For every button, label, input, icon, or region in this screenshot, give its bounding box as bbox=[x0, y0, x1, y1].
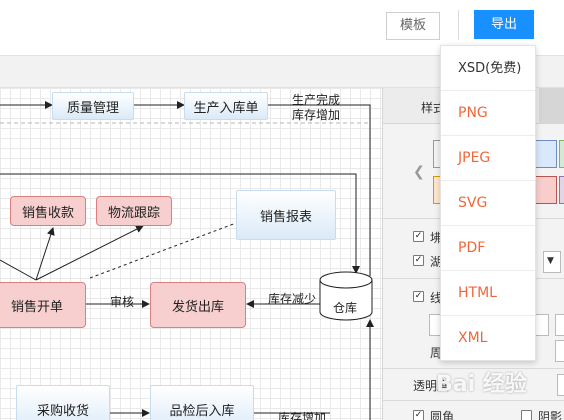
watermark-logo: Bai 经验 bbox=[436, 372, 527, 397]
label-stock-increase-bottom: 库存增加 bbox=[278, 411, 327, 420]
shadow-checkbox[interactable] bbox=[521, 410, 532, 420]
export-xsd-item[interactable]: XSD(免费) bbox=[441, 46, 535, 91]
export-png-item[interactable]: PNG bbox=[441, 91, 535, 136]
template-button[interactable]: 模板 bbox=[386, 12, 440, 40]
label-audit: 审核 bbox=[110, 295, 135, 309]
node-sales-receipt[interactable]: 销售收款 bbox=[10, 196, 86, 226]
label-production-done: 生产完成 bbox=[292, 93, 341, 107]
connector-left-to-order bbox=[0, 259, 37, 281]
node-ship-out[interactable]: 发货出库 bbox=[150, 282, 246, 328]
line-width-input[interactable] bbox=[555, 314, 564, 336]
rounded-label: 圆角 bbox=[430, 410, 455, 420]
perimeter-input[interactable] bbox=[555, 340, 564, 362]
opacity-input[interactable] bbox=[557, 374, 564, 396]
tab-inactive[interactable] bbox=[539, 88, 564, 124]
line-checkbox[interactable]: ✓ bbox=[413, 291, 424, 302]
gradient-checkbox[interactable]: ✓ bbox=[413, 255, 424, 266]
node-sales-order[interactable]: 销售开单 bbox=[0, 282, 86, 328]
node-production-in[interactable]: 生产入库单 bbox=[184, 92, 268, 120]
panel-separator bbox=[383, 400, 564, 401]
swatch-prev-arrow[interactable]: ❮ bbox=[413, 164, 425, 180]
rounded-checkbox[interactable]: ✓ bbox=[413, 410, 424, 420]
toolbar-divider bbox=[458, 10, 459, 40]
label-stock-decrease: 库存减少 bbox=[268, 292, 317, 306]
node-warehouse-label[interactable]: 仓库 bbox=[333, 301, 357, 315]
node-purchase-receive[interactable]: 采购收货 bbox=[16, 385, 110, 420]
swatch-6[interactable] bbox=[559, 176, 564, 204]
shadow-label: 阴影 bbox=[538, 410, 563, 420]
swatch-2[interactable] bbox=[535, 140, 557, 168]
export-xml-item[interactable]: XML bbox=[441, 316, 535, 361]
select-arrow: ▼ bbox=[547, 256, 554, 266]
connector-layer bbox=[0, 101, 374, 420]
connector-order-to-logistics bbox=[35, 225, 144, 281]
export-jpeg-item[interactable]: JPEG bbox=[441, 136, 535, 181]
swatch-5[interactable] bbox=[535, 176, 557, 204]
node-logistics-tracking[interactable]: 物流跟踪 bbox=[96, 196, 172, 226]
page-boundary bbox=[0, 122, 371, 420]
node-quality-management[interactable]: 质量管理 bbox=[52, 92, 134, 120]
export-html-item[interactable]: HTML bbox=[441, 271, 535, 316]
export-pdf-item[interactable]: PDF bbox=[441, 226, 535, 271]
diagram-canvas[interactable]: 质量管理 生产入库单 生产完成 库存增加 销售收款 物流跟踪 销售报表 销售开单… bbox=[0, 88, 382, 420]
connector-dashed-report bbox=[89, 222, 237, 279]
node-qc-in[interactable]: 品检后入库 bbox=[150, 385, 254, 420]
swatch-3[interactable] bbox=[559, 140, 564, 168]
label-stock-increase-top: 库存增加 bbox=[292, 108, 341, 122]
fill-checkbox[interactable]: ✓ bbox=[413, 231, 424, 242]
export-svg-item[interactable]: SVG bbox=[441, 181, 535, 226]
export-button[interactable]: 导出 bbox=[474, 10, 534, 39]
export-dropdown-menu: XSD(免费) PNG JPEG SVG PDF HTML XML bbox=[440, 45, 536, 361]
node-sales-report[interactable]: 销售报表 bbox=[236, 190, 336, 240]
